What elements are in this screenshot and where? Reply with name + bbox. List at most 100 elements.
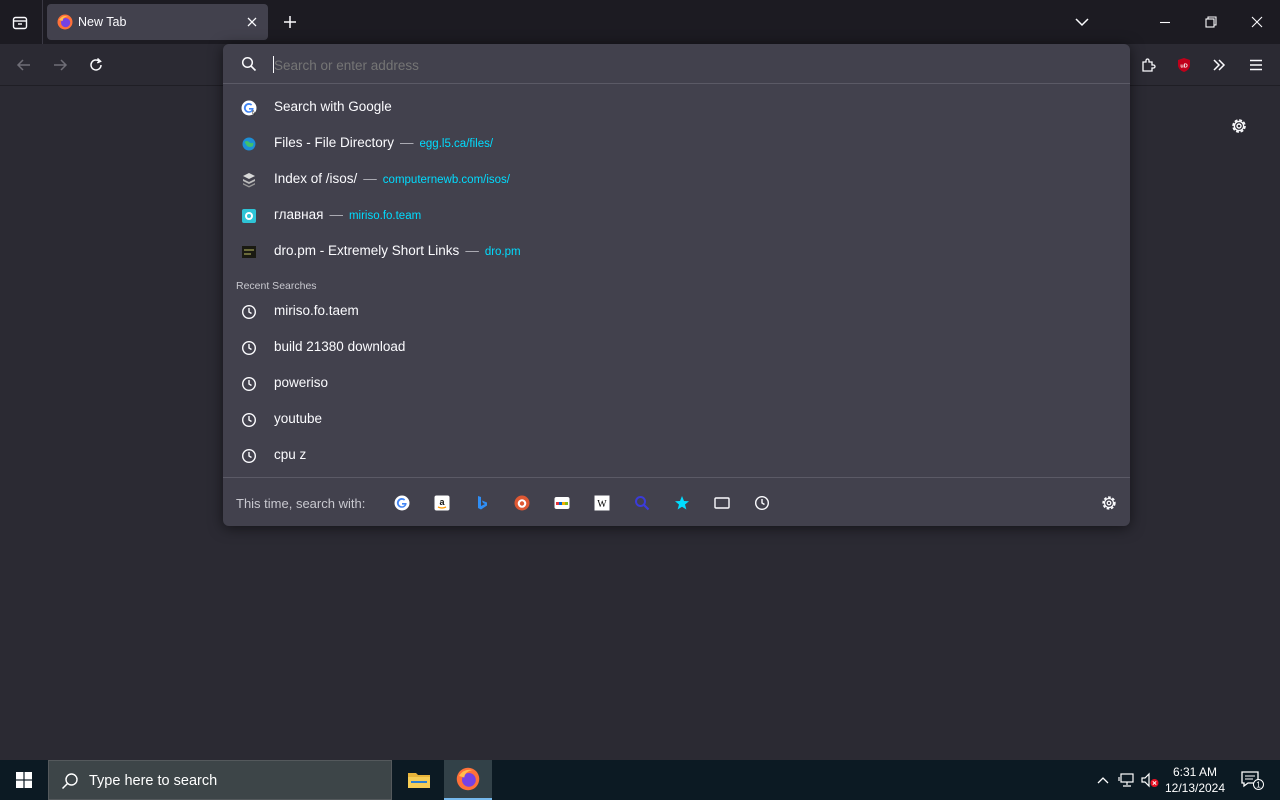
duckduckgo-icon xyxy=(514,495,530,511)
recent-search-item[interactable]: youtube xyxy=(223,402,1130,438)
folder-icon xyxy=(408,773,430,788)
hamburger-menu-icon xyxy=(1250,59,1262,71)
reload-button[interactable] xyxy=(85,54,107,76)
volume-tray-button[interactable] xyxy=(1140,770,1160,790)
start-button[interactable] xyxy=(0,760,48,800)
recent-search-item[interactable]: cpu z xyxy=(223,438,1130,474)
show-hidden-icons-button[interactable] xyxy=(1093,770,1113,790)
suggestion-label: Search with Google xyxy=(274,99,392,114)
suggestion-history[interactable]: dro.pm - Extremely Short Links — dro.pm xyxy=(223,234,1130,270)
firefox-taskbar-button[interactable] xyxy=(444,760,492,800)
clock-icon xyxy=(754,495,770,511)
notification-icon: 1 xyxy=(1241,771,1264,790)
firefox-view-button[interactable] xyxy=(8,12,32,34)
recent-search-label: build 21380 download xyxy=(274,339,406,354)
suggestion-label: Index of /isos/— computernewb.com/isos/ xyxy=(274,171,510,186)
taskbar-search-placeholder: Type here to search xyxy=(89,773,218,789)
close-icon xyxy=(247,17,257,27)
ublock-icon: uD xyxy=(1178,58,1190,72)
restore-icon xyxy=(1205,16,1217,28)
minimize-button[interactable] xyxy=(1155,12,1175,32)
search-tabs-button[interactable] xyxy=(713,494,731,512)
recent-search-item[interactable]: miriso.fo.taem xyxy=(223,294,1130,330)
recent-search-item[interactable]: build 21380 download xyxy=(223,330,1130,366)
arrow-left-icon xyxy=(16,59,30,71)
urlbar-popup: Search with Google Files - File Director… xyxy=(223,44,1130,526)
recent-searches-heading: Recent Searches xyxy=(236,280,317,292)
notification-count: 1 xyxy=(1256,781,1261,790)
suggestion-label: Files - File Directory — egg.l5.ca/files/ xyxy=(274,135,494,150)
clock-date: 12/13/2024 xyxy=(1164,781,1226,795)
clock-icon xyxy=(241,376,257,392)
miriso-icon xyxy=(242,209,256,223)
tab-new-tab[interactable]: New Tab xyxy=(47,4,268,40)
firefox-view-icon xyxy=(12,16,28,30)
suggestion-history[interactable]: главная — miriso.fo.team xyxy=(223,198,1130,234)
bing-icon xyxy=(478,496,487,510)
search-settings-icon[interactable] xyxy=(1100,494,1118,512)
file-explorer-taskbar-button[interactable] xyxy=(395,760,443,800)
close-tab-button[interactable] xyxy=(244,14,260,30)
action-center-button[interactable]: 1 xyxy=(1238,770,1266,790)
engine-custom-search-button[interactable] xyxy=(633,494,651,512)
volume-muted-icon xyxy=(1141,772,1159,788)
amazon-icon: a xyxy=(434,495,450,511)
engine-amazon-button[interactable]: a xyxy=(433,494,451,512)
suggestion-history[interactable]: Index of /isos/— computernewb.com/isos/ xyxy=(223,162,1130,198)
extensions-button[interactable] xyxy=(1137,54,1159,76)
arrow-right-icon xyxy=(54,59,68,71)
engine-duckduckgo-button[interactable] xyxy=(513,494,531,512)
restore-button[interactable] xyxy=(1201,12,1221,32)
suggestion-history[interactable]: Files - File Directory — egg.l5.ca/files/ xyxy=(223,126,1130,162)
tab-strip: New Tab xyxy=(0,0,1280,44)
taskbar-clock[interactable]: 6:31 AM 12/13/2024 xyxy=(1162,764,1228,796)
back-button[interactable] xyxy=(13,54,35,76)
ublock-origin-button[interactable]: uD xyxy=(1173,54,1195,76)
recent-search-label: miriso.fo.taem xyxy=(274,303,359,318)
firefox-icon xyxy=(57,14,73,30)
taskbar-search-box[interactable]: Type here to search xyxy=(48,760,392,800)
google-icon xyxy=(394,495,410,511)
forward-button[interactable] xyxy=(49,54,71,76)
clock-icon xyxy=(241,412,257,428)
reload-icon xyxy=(90,57,102,71)
gear-icon[interactable] xyxy=(1229,116,1249,136)
clock-time: 6:31 AM xyxy=(1172,765,1218,779)
urlbar-input-row xyxy=(223,44,1130,84)
tab-title: New Tab xyxy=(78,15,127,29)
search-icon xyxy=(241,56,257,72)
search-engine-icon xyxy=(635,496,650,511)
chevrons-right-icon xyxy=(1213,59,1226,71)
windows-logo-icon xyxy=(16,772,32,788)
network-tray-button[interactable] xyxy=(1117,770,1137,790)
ebay-icon xyxy=(554,497,570,509)
computernewb-icon xyxy=(243,173,255,188)
clock-icon xyxy=(241,340,257,356)
close-window-button[interactable] xyxy=(1247,12,1267,32)
svg-text:uD: uD xyxy=(1180,64,1187,70)
suggestion-search-google[interactable]: Search with Google xyxy=(223,90,1130,126)
dro-pm-icon xyxy=(242,246,256,258)
engine-bing-button[interactable] xyxy=(473,494,491,512)
suggestion-label: dro.pm - Extremely Short Links — dro.pm xyxy=(274,243,521,258)
chevron-down-icon xyxy=(1075,18,1089,27)
address-input[interactable] xyxy=(274,55,1094,75)
app-menu-button[interactable] xyxy=(1245,54,1267,76)
star-icon xyxy=(675,496,689,510)
search-bookmarks-button[interactable] xyxy=(673,494,691,512)
search-history-button[interactable] xyxy=(753,494,771,512)
new-tab-button[interactable] xyxy=(280,12,300,32)
recent-search-item[interactable]: poweriso xyxy=(223,366,1130,402)
engine-ebay-button[interactable] xyxy=(553,494,571,512)
engine-google-button[interactable] xyxy=(393,494,411,512)
chevron-up-icon xyxy=(1097,777,1109,784)
tab-icon xyxy=(714,497,730,509)
engine-wikipedia-button[interactable]: W xyxy=(593,494,611,512)
windows-taskbar: Type here to search 6:31 AM 12/13/2024 1 xyxy=(0,760,1280,800)
suggestion-label: главная — miriso.fo.team xyxy=(274,207,422,222)
one-off-search-bar: This time, search with: a W xyxy=(223,477,1130,526)
globe-icon xyxy=(242,137,256,151)
overflow-menu-button[interactable] xyxy=(1208,54,1230,76)
recent-search-label: youtube xyxy=(274,411,323,426)
list-all-tabs-button[interactable] xyxy=(1072,12,1092,32)
